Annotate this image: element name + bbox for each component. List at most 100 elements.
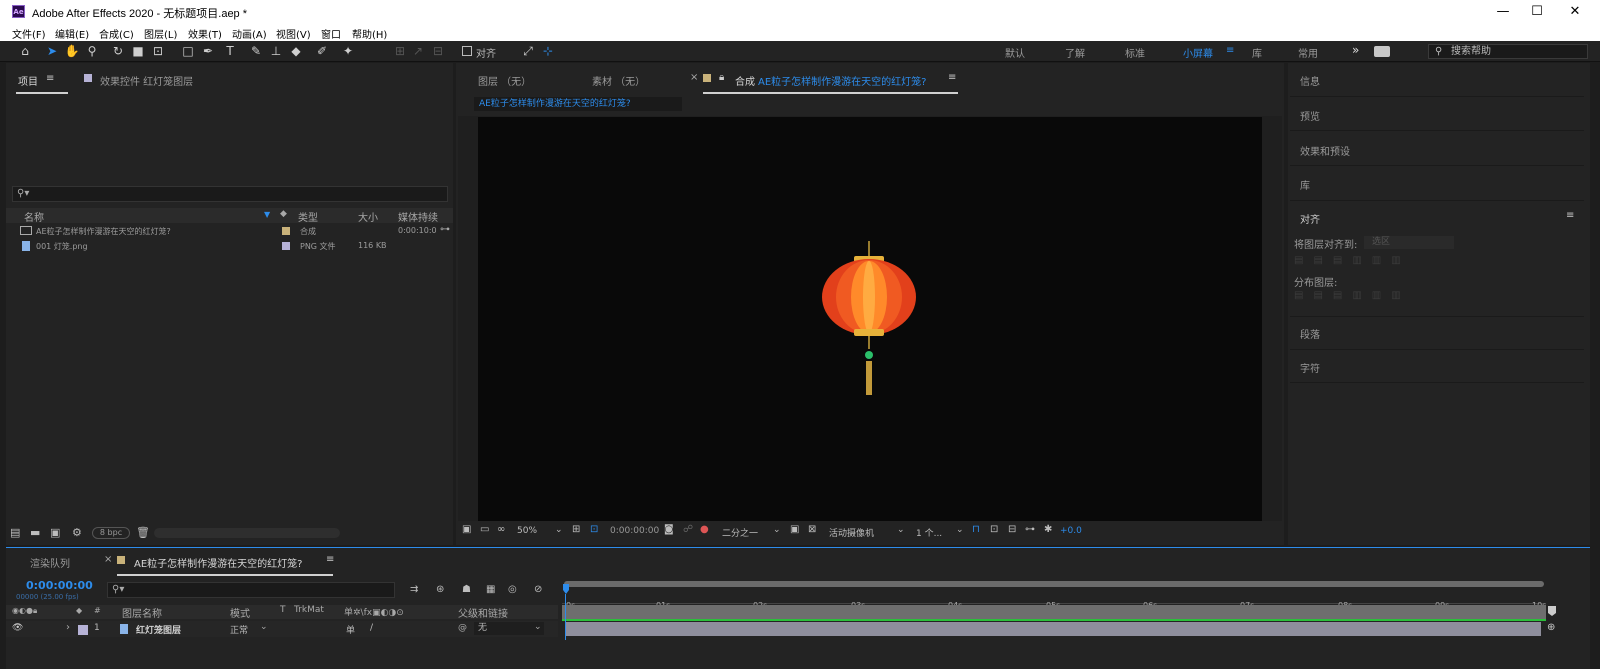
resolution-dropdown[interactable]: 二分之一 (722, 526, 758, 539)
menu-file[interactable]: 文件(F) (12, 26, 46, 41)
snapshot-camera-icon[interactable]: ◙ (664, 524, 674, 535)
snap-checkbox[interactable] (462, 46, 472, 56)
exposure-icon[interactable]: ✱ (1044, 524, 1052, 535)
layer-mode-dropdown[interactable]: 正常 (230, 623, 248, 636)
timeline-menu-icon[interactable]: ≡ (326, 554, 334, 565)
flowchart-icon[interactable]: ⊶ (440, 224, 450, 235)
sort-arrow-icon[interactable]: ▼ (264, 210, 270, 219)
visibility-eye-icon[interactable]: 👁︎ (12, 623, 23, 633)
av-switches-icon[interactable]: ◉◐●🔒︎ (12, 606, 37, 616)
tab-effect-controls[interactable]: 效果控件 红灯笼图层 (100, 73, 193, 88)
hand-tool-icon[interactable]: ✋ (64, 43, 80, 59)
menu-effect[interactable]: 效果(T) (188, 26, 222, 41)
selection-tool-icon[interactable]: ➤ (44, 43, 60, 59)
pen-tool-icon[interactable]: ✒ (200, 43, 216, 59)
panel-libraries[interactable]: 库 (1300, 177, 1310, 192)
project-search-input[interactable]: ⚲▾ (12, 186, 448, 202)
label-tag-icon[interactable]: ◆ (76, 606, 82, 615)
tab-layer[interactable]: 图层 （无） (478, 73, 531, 88)
close-button[interactable]: ✕ (1560, 3, 1590, 21)
column-type[interactable]: 类型 (298, 209, 318, 224)
fit-icon[interactable]: ⊞ (572, 524, 580, 535)
pick-whip-icon[interactable]: @ (458, 623, 467, 633)
collapse-switch-icon[interactable]: 单 (346, 623, 355, 636)
frame-blending-icon[interactable]: ▦ (486, 584, 495, 595)
panel-info[interactable]: 信息 (1300, 73, 1320, 88)
layer-row[interactable]: 👁︎ › 1 红灯笼图层 正常 ⌄ 单 / @ 无 ⌄ (6, 621, 558, 637)
workspace-panel-icon[interactable] (1374, 46, 1390, 57)
always-preview-icon[interactable]: ▣ (462, 524, 471, 535)
show-snapshot-icon[interactable]: ☍ (683, 524, 693, 535)
project-panel-menu-icon[interactable]: ≡ (46, 73, 54, 84)
pan-behind-tool-icon[interactable]: ⊡ (150, 43, 166, 59)
vr-glasses-icon[interactable]: ∞ (497, 524, 505, 535)
minimize-button[interactable]: — (1488, 3, 1518, 21)
chevron-down-icon[interactable]: ⌄ (773, 525, 781, 535)
snap-target-icon[interactable]: ⊹ (540, 43, 556, 59)
work-area-bar[interactable] (564, 581, 1544, 587)
composition-canvas[interactable] (478, 117, 1262, 521)
comp-mini-flowchart-icon[interactable]: ⇉ (410, 584, 418, 595)
transparency-grid-icon[interactable]: ▣ (790, 524, 799, 535)
workspace-menu-icon[interactable]: ≡ (1226, 45, 1234, 56)
panel-effects-presets[interactable]: 效果和预设 (1300, 143, 1350, 158)
eraser-tool-icon[interactable]: ◆ (288, 43, 304, 59)
menu-layer[interactable]: 图层(L) (144, 26, 177, 41)
menu-animation[interactable]: 动画(A) (232, 26, 267, 41)
fast-preview-icon[interactable]: ⊡ (990, 524, 998, 535)
menu-view[interactable]: 视图(V) (276, 26, 311, 41)
label-color-swatch[interactable] (282, 227, 290, 235)
snap-options-icon[interactable]: ⤢ (520, 43, 536, 59)
label-color-swatch[interactable] (282, 242, 290, 250)
mask-visibility-icon[interactable]: ⊠ (808, 524, 816, 535)
layer-name[interactable]: 红灯笼图层 (136, 623, 181, 636)
close-tab-icon[interactable]: × (104, 554, 112, 565)
motion-blur-icon[interactable]: ◎ (508, 584, 517, 595)
timeline-icon[interactable]: ⊟ (1008, 524, 1016, 535)
chevron-down-icon[interactable]: ⌄ (260, 622, 268, 632)
workspace-libraries[interactable]: 库 (1252, 45, 1262, 60)
graph-editor-icon[interactable]: ⊘ (534, 584, 542, 595)
new-composition-icon[interactable]: ▣ (50, 526, 60, 539)
workspace-default[interactable]: 默认 (1005, 45, 1025, 60)
timeline-timecode[interactable]: 0:00:00:00 (26, 579, 93, 592)
column-trkmat[interactable]: TrkMat (294, 605, 324, 615)
lock-icon[interactable]: 🔒︎ (719, 72, 724, 83)
project-scrollbar[interactable] (154, 528, 340, 538)
camera-dropdown[interactable]: 活动摄像机 (829, 526, 874, 539)
align-to-dropdown[interactable]: 选区 (1364, 236, 1454, 249)
panel-character[interactable]: 字符 (1300, 360, 1320, 375)
maximize-button[interactable]: ☐ (1522, 3, 1552, 21)
home-icon[interactable]: ⌂ (17, 43, 33, 59)
column-size[interactable]: 大小 (358, 209, 378, 224)
draft-3d-icon[interactable]: ⊛ (436, 584, 444, 595)
align-panel-menu-icon[interactable]: ≡ (1566, 210, 1574, 221)
list-item[interactable]: AE粒子怎样制作漫游在天空的红灯笼? 合成 0:00:10:0 ⊶ (6, 224, 453, 238)
chevron-down-icon[interactable]: ⌄ (956, 525, 964, 535)
column-duration[interactable]: 媒体持续 (398, 209, 438, 224)
tab-footage[interactable]: 素材 （无） (592, 73, 645, 88)
comp-panel-menu-icon[interactable]: ≡ (948, 72, 956, 83)
monitor-icon[interactable]: ▭ (480, 524, 489, 535)
region-of-interest-icon[interactable]: ⊡ (590, 524, 598, 535)
close-tab-icon[interactable]: × (690, 72, 698, 83)
quality-switch-icon[interactable]: / (370, 623, 373, 633)
layer-duration-bar[interactable] (566, 622, 1541, 636)
bit-depth-toggle[interactable]: 8 bpc (92, 527, 130, 539)
tab-timeline-composition[interactable]: AE粒子怎样制作漫游在天空的红灯笼? (134, 555, 302, 570)
rotate-tool-icon[interactable]: ↻ (110, 43, 126, 59)
chevron-down-icon[interactable]: ⌄ (555, 525, 563, 535)
workspace-common[interactable]: 常用 (1298, 45, 1318, 60)
workspace-standard[interactable]: 标准 (1125, 45, 1145, 60)
menu-edit[interactable]: 编辑(E) (55, 26, 89, 41)
workspace-overflow-icon[interactable]: » (1352, 43, 1359, 57)
work-area-track[interactable] (562, 605, 1546, 619)
timeline-search-input[interactable]: ⚲▾ (107, 582, 395, 598)
workspace-small-screen[interactable]: 小屏幕 (1183, 45, 1213, 60)
column-layer-name[interactable]: 图层名称 (122, 605, 162, 620)
tab-composition[interactable]: AE粒子怎样制作漫游在天空的红灯笼? (758, 73, 926, 88)
layer-label-swatch[interactable] (78, 625, 88, 635)
brush-tool-icon[interactable]: ✎ (248, 43, 264, 59)
panel-paragraph[interactable]: 段落 (1300, 326, 1320, 341)
text-tool-icon[interactable]: T (222, 43, 238, 59)
